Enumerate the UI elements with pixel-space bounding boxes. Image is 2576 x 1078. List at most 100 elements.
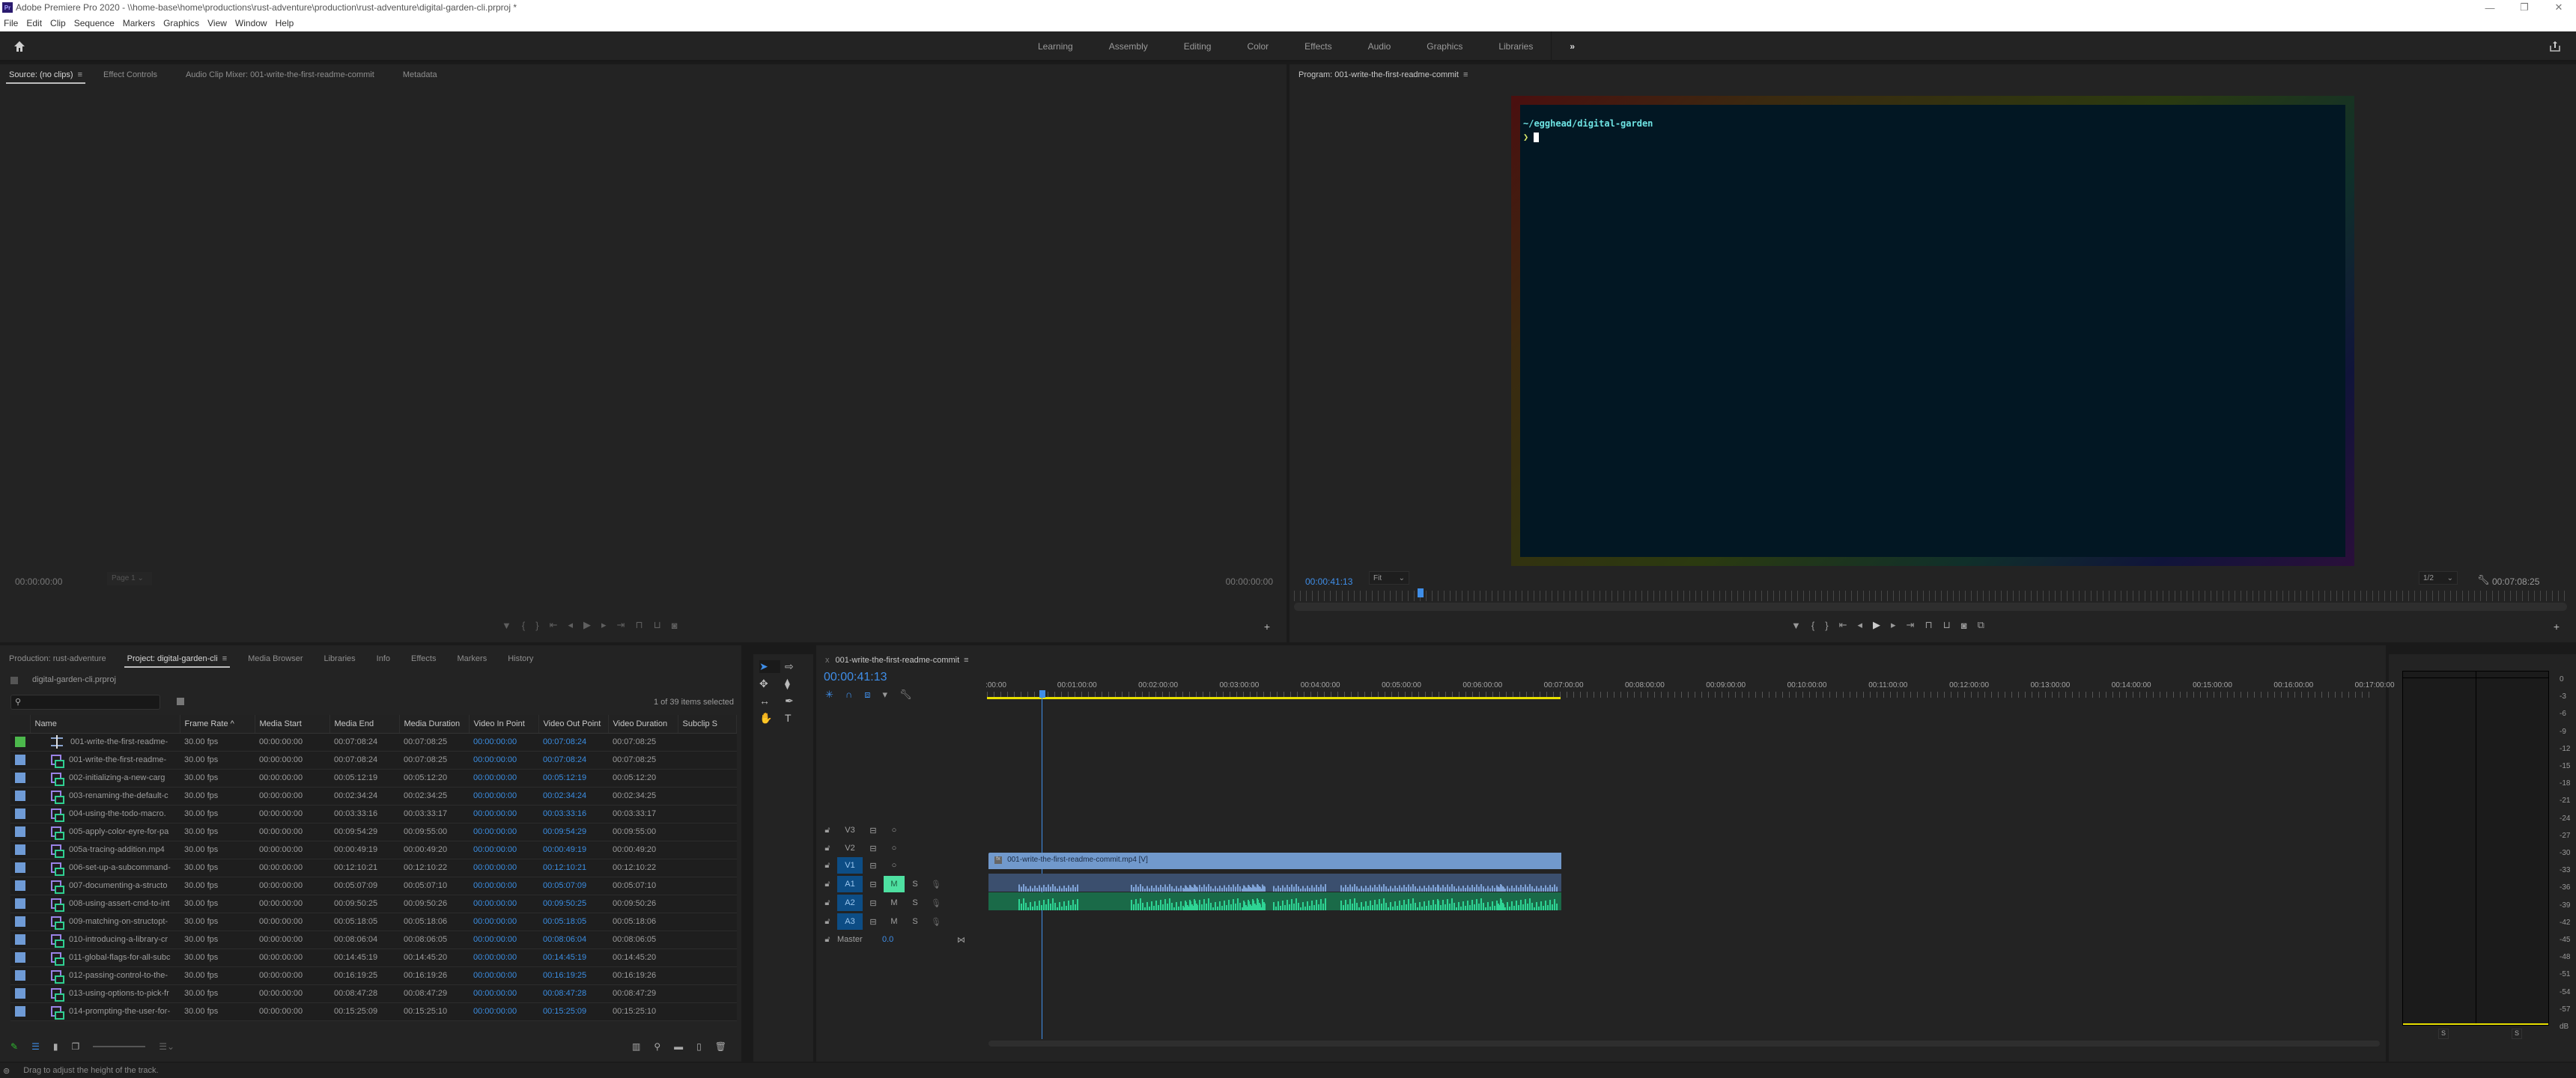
label-color-swatch[interactable] <box>15 862 25 873</box>
add-marker-icon[interactable]: ▾ <box>883 689 888 701</box>
tab-sequence[interactable]: x 001-write-the-first-readme-commit ≡ <box>825 650 969 671</box>
table-row[interactable]: 007-documenting-a-structo 30.00 fps 00:00:… <box>10 877 737 895</box>
timeline-timecode[interactable]: 00:00:41:13 <box>824 671 887 684</box>
new-bin-icon[interactable]: ▬ <box>674 1041 683 1052</box>
eye-icon[interactable]: ○ <box>884 844 905 853</box>
label-color-swatch[interactable] <box>15 737 25 747</box>
panel-menu-icon[interactable]: ≡ <box>78 70 82 79</box>
table-row[interactable]: 001-write-the-first-readme- 30.00 fps 00:0… <box>10 733 737 752</box>
go-to-in-icon[interactable]: ⇤ <box>550 619 558 631</box>
table-row[interactable]: 004-using-the-todo-macro. 30.00 fps 00:00:… <box>10 805 737 823</box>
add-marker-icon[interactable]: ▼ <box>502 620 511 631</box>
microphone-icon[interactable]: 🎙︎ <box>926 917 947 927</box>
table-row[interactable]: 001-write-the-first-readme- 30.00 fps 00:0… <box>10 751 737 770</box>
track-target-toggle[interactable]: A1 <box>837 876 863 892</box>
creative-cloud-icon[interactable]: ⊚ <box>3 1066 10 1076</box>
play-icon[interactable]: ▶ <box>583 619 591 631</box>
menu-help[interactable]: Help <box>276 18 294 28</box>
label-color-swatch[interactable] <box>15 844 25 855</box>
mute-button[interactable]: M <box>884 895 905 911</box>
insert-icon[interactable]: ⊓ <box>635 619 643 631</box>
tab-project[interactable]: Project: digital-garden-cli ≡ <box>124 648 231 669</box>
write-protect-icon[interactable]: ✎ <box>10 1041 18 1052</box>
step-back-icon[interactable]: ◂ <box>1857 619 1862 631</box>
slip-tool-icon[interactable]: ↔ <box>759 695 780 707</box>
share-icon[interactable] <box>2549 40 2561 52</box>
workspace-learning[interactable]: Learning <box>1020 31 1091 61</box>
tab-effect-controls[interactable]: Effect Controls <box>103 64 157 85</box>
timeline-settings-icon[interactable]: 🔧︎ <box>899 689 912 701</box>
microphone-icon[interactable]: 🎙︎ <box>926 898 947 908</box>
source-timecode[interactable]: 00:00:00:00 <box>15 576 62 587</box>
resolution-dropdown[interactable]: 1/2 ⌄ <box>2419 571 2458 585</box>
tab-program[interactable]: Program: 001-write-the-first-readme-comm… <box>1298 64 1468 85</box>
table-row[interactable]: 014-prompting-the-user-for- 30.00 fps 00:0… <box>10 1002 737 1021</box>
table-row[interactable]: 013-using-options-to-pick-fr 30.00 fps 00:… <box>10 984 737 1003</box>
extract-icon[interactable]: ⊔ <box>1943 619 1951 631</box>
label-color-swatch[interactable] <box>15 916 25 927</box>
column-header-media-duration[interactable]: Media Duration <box>399 715 470 734</box>
sync-lock-icon[interactable]: ⊟ <box>863 898 884 908</box>
selection-tool-icon[interactable]: ➤ <box>759 660 780 673</box>
workspace-assembly[interactable]: Assembly <box>1091 31 1166 61</box>
label-color-swatch[interactable] <box>15 934 25 945</box>
hand-tool-icon[interactable]: ✋ <box>759 712 780 725</box>
type-tool-icon[interactable]: T <box>785 712 806 725</box>
sync-lock-icon[interactable]: ⊟ <box>863 826 884 835</box>
track-target-toggle[interactable]: A3 <box>837 913 863 930</box>
sync-lock-icon[interactable]: ⊟ <box>863 861 884 871</box>
tab-markers[interactable]: Markers <box>457 648 487 669</box>
table-row[interactable]: 009-matching-on-structopt- 30.00 fps 00:00… <box>10 913 737 931</box>
table-row[interactable]: 011-global-flags-for-all-subc 30.00 fps 00… <box>10 948 737 967</box>
column-header-subclip[interactable]: Subclip S <box>678 715 737 734</box>
sort-icons-menu[interactable]: ☰⌄ <box>159 1041 174 1052</box>
add-marker-icon[interactable]: ▼ <box>1791 620 1801 631</box>
column-header-video-in-point[interactable]: Video In Point <box>469 715 539 734</box>
play-icon[interactable]: ▶ <box>1873 619 1880 631</box>
razor-tool-icon[interactable]: ⧫ <box>785 677 806 690</box>
home-icon[interactable] <box>13 40 25 52</box>
table-row[interactable]: 003-renaming-the-default-c 30.00 fps 00:00… <box>10 787 737 806</box>
lock-icon[interactable]: 🔓︎ <box>818 861 837 871</box>
solo-button[interactable]: S <box>905 898 926 907</box>
audio-clip-a1[interactable] <box>988 874 1561 892</box>
column-header-frame-rate[interactable]: Frame Rate ^ <box>180 715 255 734</box>
workspace-graphics[interactable]: Graphics <box>1409 31 1480 61</box>
table-row[interactable]: 008-using-assert-cmd-to-int 30.00 fps 00:0… <box>10 895 737 913</box>
workspace-libraries[interactable]: Libraries <box>1480 31 1551 61</box>
list-view-icon[interactable]: ☰ <box>31 1041 40 1052</box>
timeline-horizontal-scrollbar[interactable] <box>988 1041 2380 1047</box>
tab-metadata[interactable]: Metadata <box>403 64 437 85</box>
thumbnail-size-slider[interactable] <box>93 1046 146 1047</box>
lock-icon[interactable]: 🔓︎ <box>818 917 837 927</box>
master-volume[interactable]: 0.0 <box>882 935 927 944</box>
tab-effects[interactable]: Effects <box>411 648 436 669</box>
minimize-button[interactable]: — <box>2473 0 2507 15</box>
new-item-icon[interactable]: ▯ <box>696 1041 702 1052</box>
comparison-view-icon[interactable]: ⧉ <box>1978 619 1984 631</box>
program-timecode[interactable]: 00:00:41:13 <box>1305 576 1352 587</box>
label-color-swatch[interactable] <box>15 755 25 765</box>
project-folder-icon[interactable] <box>10 677 18 684</box>
timeline-playhead-handle[interactable] <box>1039 690 1045 698</box>
lock-icon[interactable]: 🔓︎ <box>818 844 837 853</box>
menu-file[interactable]: File <box>4 18 18 28</box>
mark-in-icon[interactable]: { <box>1811 620 1814 631</box>
menu-window[interactable]: Window <box>235 18 267 28</box>
freeform-view-icon[interactable]: ❐ <box>71 1041 79 1052</box>
close-tab-icon[interactable]: x <box>825 656 830 665</box>
page-dropdown[interactable]: Page 1 ⌄ <box>107 572 152 585</box>
find-icon[interactable]: ⚲ <box>654 1041 660 1052</box>
workspace-effects[interactable]: Effects <box>1287 31 1349 61</box>
delete-icon[interactable]: 🗑︎ <box>715 1041 726 1052</box>
work-area-bar[interactable] <box>987 697 1561 699</box>
table-row[interactable]: 006-set-up-a-subcommand- 30.00 fps 00:00:0… <box>10 859 737 877</box>
track-target-toggle[interactable]: A2 <box>837 895 863 911</box>
program-time-ruler[interactable] <box>1294 591 2567 601</box>
panel-menu-icon[interactable]: ≡ <box>964 656 968 665</box>
label-color-swatch[interactable] <box>15 880 25 891</box>
lock-icon[interactable]: 🔓︎ <box>818 935 837 945</box>
mute-button[interactable]: M <box>884 876 905 892</box>
export-frame-icon[interactable]: ◙ <box>672 620 678 631</box>
label-color-swatch[interactable] <box>15 1006 25 1017</box>
